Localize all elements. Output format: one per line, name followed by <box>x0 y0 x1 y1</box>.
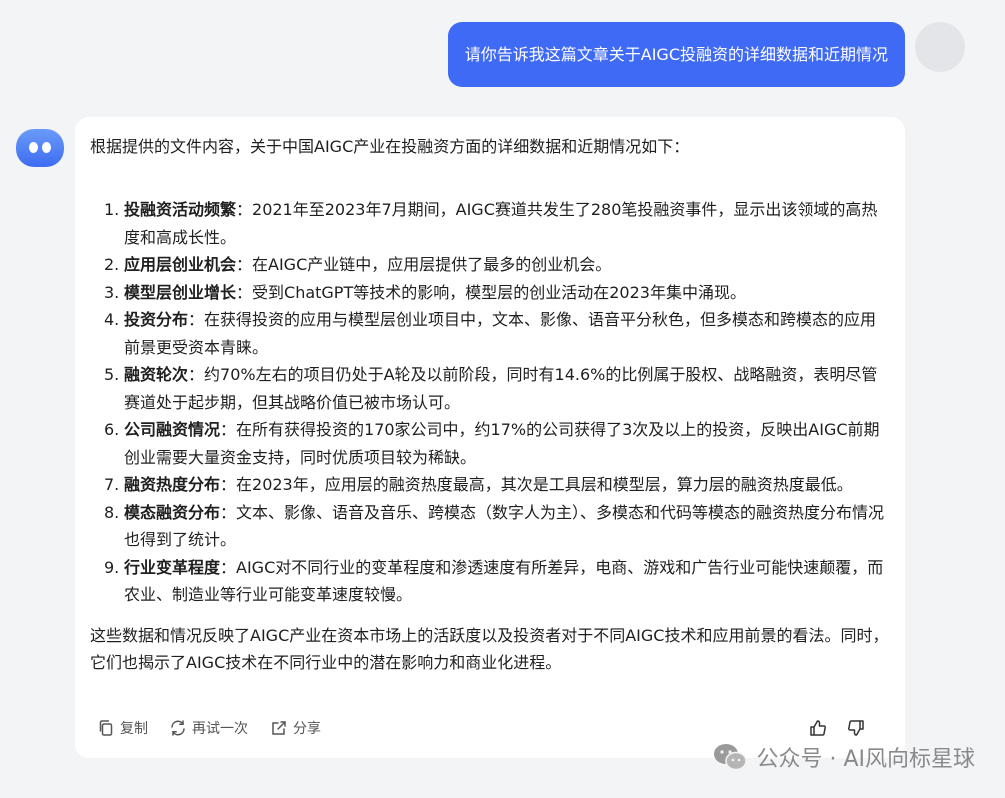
share-label: 分享 <box>293 721 321 737</box>
list-item: 2. 应用层创业机会：在AIGC产业链中，应用层提供了最多的创业机会。 <box>90 251 889 279</box>
answer-list: 1. 投融资活动频繁：2021年至2023年7月期间，AIGC赛道共发生了280笔… <box>90 196 889 609</box>
list-item-text: ：在获得投资的应用与模型层创业项目中，文本、影像、语音平分秋色，但多模态和跨模态… <box>124 310 877 357</box>
list-item-text: ：AIGC对不同行业的变革程度和渗透速度有所差异，电商、游戏和广告行业可能快速颠… <box>124 557 884 605</box>
list-item-text: ：约70%左右的项目仍处于A轮及以前阶段，同时有14.6%的比例属于股权、战略融… <box>124 365 878 412</box>
list-item-title: 投资分布 <box>124 310 189 329</box>
list-item: 3. 模型层创业增长：受到ChatGPT等技术的影响，模型层的创业活动在2023年… <box>90 279 889 307</box>
assistant-avatar <box>16 129 64 167</box>
list-item-title: 投融资活动频繁 <box>124 200 237 219</box>
copy-icon <box>99 720 113 736</box>
list-item-number: 3. <box>104 282 120 302</box>
list-item-title: 公司融资情况 <box>124 420 221 439</box>
list-item: 7. 融资热度分布：在2023年，应用层的融资热度最高，其次是工具层和模型层，算力… <box>90 471 889 499</box>
wechat-icon <box>714 744 748 771</box>
share-button[interactable]: 分享 <box>270 716 321 740</box>
list-item-number: 8. <box>104 502 120 522</box>
retry-icon <box>171 720 185 736</box>
list-item: 4. 投资分布：在获得投资的应用与模型层创业项目中，文本、影像、语音平分秋色，但多… <box>90 306 889 361</box>
thumbs-up-button[interactable] <box>809 716 827 740</box>
list-item-number: 5. <box>104 365 120 384</box>
list-item-text: ：在所有获得投资的170家公司中，约17%的公司获得了3次及以上的投资，反映出A… <box>124 420 880 467</box>
thumbs-up-icon <box>810 720 826 736</box>
retry-button[interactable]: 再试一次 <box>169 716 248 740</box>
list-item-number: 9. <box>104 557 120 577</box>
list-item: 5. 融资轮次：约70%左右的项目仍处于A轮及以前阶段，同时有14.6%的比例属于… <box>90 361 889 416</box>
assistant-avatar-right-eye <box>42 142 51 153</box>
assistant-answer-card: 根据提供的文件内容，关于中国AIGC产业在投融资方面的详细数据和近期情况如下： … <box>75 117 905 758</box>
watermark-text: 公众号 · AI风向标星球 <box>756 747 975 772</box>
list-item-text: ：2021年至2023年7月期间，AIGC赛道共发生了280笔投融资事件，显示出… <box>124 200 878 247</box>
list-item-title: 模态融资分布 <box>124 502 221 522</box>
list-item-number: 1. <box>104 200 120 219</box>
user-avatar[interactable] <box>915 22 965 72</box>
list-item-text: ：在2023年，应用层的融资热度最高，其次是工具层和模型层，算力层的融资热度最低… <box>220 475 853 494</box>
list-item-title: 融资轮次 <box>124 365 189 384</box>
list-item: 1. 投融资活动频繁：2021年至2023年7月期间，AIGC赛道共发生了280笔… <box>90 196 889 251</box>
copy-label: 复制 <box>120 721 148 737</box>
list-item-number: 4. <box>104 310 120 329</box>
list-item-number: 7. <box>104 475 120 494</box>
answer-action-bar: 复制 再试一次 分享 <box>97 716 883 740</box>
answer-outro: 这些数据和情况反映了AIGC产业在资本市场上的活跃度以及投资者对于不同AIGC技… <box>90 625 889 673</box>
list-item: 9. 行业变革程度：AIGC对不同行业的变革程度和渗透速度有所差异，电商、游戏和广… <box>90 554 889 609</box>
assistant-avatar-left-eye <box>29 142 38 153</box>
list-item-text: ：受到ChatGPT等技术的影响，模型层的创业活动在2023年集中涌现。 <box>236 282 746 302</box>
list-item-number: 2. <box>104 255 120 274</box>
list-item-text: ：文本、影像、语音及音乐、跨模态（数字人为主）、多模态和代码等模态的融资热度分布… <box>124 502 885 550</box>
list-item-title: 行业变革程度 <box>124 557 221 577</box>
thumbs-down-button[interactable] <box>847 716 865 740</box>
retry-label: 再试一次 <box>192 721 248 737</box>
list-item: 6. 公司融资情况：在所有获得投资的170家公司中，约17%的公司获得了3次及以上… <box>90 416 889 471</box>
thumbs-down-icon <box>848 720 864 736</box>
list-item-title: 应用层创业机会 <box>124 255 237 274</box>
watermark: 公众号 · AI风向标星球 <box>712 741 975 773</box>
copy-button[interactable]: 复制 <box>97 716 148 740</box>
user-message-bubble: 请你告诉我这篇文章关于AIGC投融资的详细数据和近期情况 <box>447 22 905 87</box>
list-item: 8. 模态融资分布：文本、影像、语音及音乐、跨模态（数字人为主）、多模态和代码等模… <box>90 499 889 554</box>
share-icon <box>272 721 286 735</box>
list-item-number: 6. <box>104 420 120 439</box>
list-item-title: 融资热度分布 <box>124 475 221 494</box>
list-item-title: 模型层创业增长 <box>124 282 237 302</box>
answer-intro: 根据提供的文件内容，关于中国AIGC产业在投融资方面的详细数据和近期情况如下： <box>90 137 690 156</box>
list-item-text: ：在AIGC产业链中，应用层提供了最多的创业机会。 <box>236 255 612 274</box>
user-message-row: 请你告诉我这篇文章关于AIGC投融资的详细数据和近期情况 <box>0 22 1005 87</box>
